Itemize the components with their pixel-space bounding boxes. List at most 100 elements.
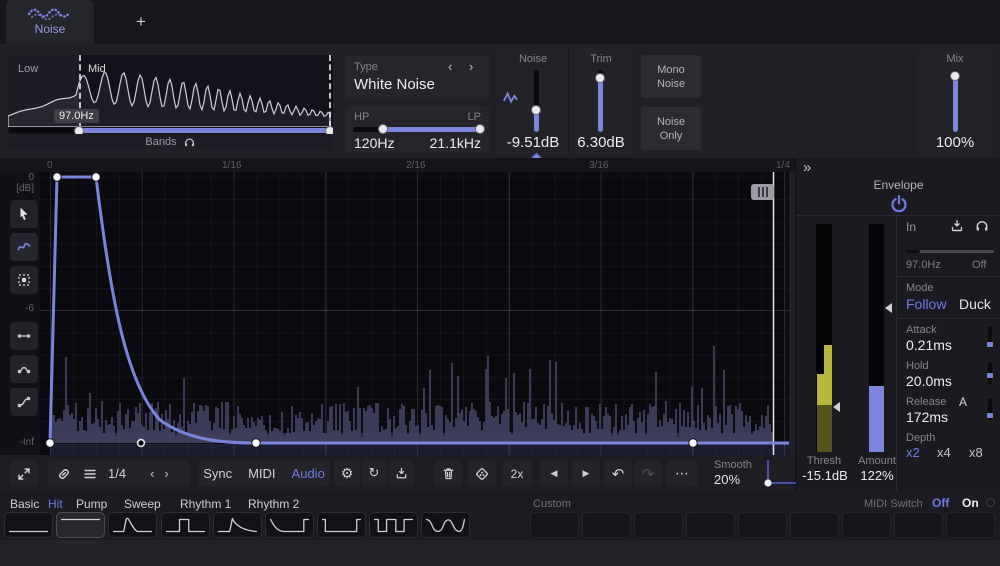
noise-gain-handle[interactable]: [531, 105, 541, 115]
envelope-editor[interactable]: [40, 172, 789, 455]
wave-preset-duck-square[interactable]: [317, 512, 366, 538]
custom-slot-7[interactable]: [842, 512, 891, 538]
in-freq-value[interactable]: 97.0Hz: [906, 259, 941, 271]
wave-preset-spike-release[interactable]: [213, 512, 262, 538]
undo-button[interactable]: ↶: [604, 460, 632, 487]
redo-button[interactable]: ↷: [634, 460, 662, 487]
noise-only-button[interactable]: Noise Only: [641, 107, 701, 150]
link-icon[interactable]: [56, 466, 72, 482]
release-slider[interactable]: [988, 398, 992, 420]
trim-handle[interactable]: [595, 73, 605, 83]
more-button[interactable]: ⋯: [666, 460, 698, 487]
wave-preset-flat-high[interactable]: [56, 512, 105, 538]
amount-marker[interactable]: [885, 303, 892, 313]
graph-drag-grip[interactable]: [751, 184, 774, 200]
custom-slot-8[interactable]: [894, 512, 943, 538]
midi-learn-indicator[interactable]: [986, 498, 995, 507]
thresh-value[interactable]: -15.1dB: [794, 468, 856, 483]
mix-value[interactable]: 100%: [917, 134, 993, 151]
midi-mode-button[interactable]: MIDI: [248, 466, 275, 481]
pattern-next-button[interactable]: ›: [164, 466, 168, 481]
custom-slot-2[interactable]: [582, 512, 631, 538]
env-point[interactable]: [92, 173, 100, 181]
category-pump[interactable]: Pump: [76, 497, 107, 511]
randomize-button[interactable]: [468, 460, 496, 487]
tool-line-segment[interactable]: [10, 322, 38, 350]
envelope-curve-layer[interactable]: [40, 172, 789, 455]
wave-preset-flat-low[interactable]: [4, 512, 53, 538]
custom-slot-3[interactable]: [634, 512, 683, 538]
audio-mode-button[interactable]: Audio: [292, 466, 325, 481]
env-point[interactable]: [689, 439, 697, 447]
type-next-button[interactable]: ›: [469, 59, 473, 74]
env-point[interactable]: [46, 439, 54, 447]
custom-slot-6[interactable]: [790, 512, 839, 538]
mode-duck-button[interactable]: Duck: [959, 296, 991, 312]
power-icon[interactable]: [889, 193, 909, 213]
lp-handle[interactable]: [475, 124, 485, 134]
category-sweep[interactable]: Sweep: [124, 497, 161, 511]
thresh-marker[interactable]: [833, 402, 840, 412]
release-auto-badge[interactable]: A: [959, 395, 967, 409]
custom-slot-1[interactable]: [530, 512, 579, 538]
mode-follow-button[interactable]: Follow: [906, 296, 946, 312]
hold-slider[interactable]: [988, 362, 992, 384]
sidechain-button[interactable]: [388, 460, 414, 487]
settings-button[interactable]: ⚙: [334, 460, 360, 487]
midi-switch-off-button[interactable]: Off: [932, 496, 949, 510]
attack-value[interactable]: 0.21ms: [906, 337, 952, 353]
category-hit[interactable]: Hit: [48, 497, 63, 511]
band-right-divider[interactable]: [329, 55, 331, 127]
wave-preset-square-pulse[interactable]: [161, 512, 210, 538]
env-point[interactable]: [252, 439, 260, 447]
delete-button[interactable]: [434, 460, 462, 487]
smooth-mini-slider[interactable]: [758, 458, 798, 489]
trim-value[interactable]: 6.30dB: [569, 134, 633, 151]
pattern-list-icon[interactable]: [82, 466, 98, 482]
smooth-value[interactable]: 20%: [714, 472, 740, 487]
wave-preset-double-smooth[interactable]: [421, 512, 470, 538]
tool-arc-segment[interactable]: [10, 355, 38, 383]
expand-view-button[interactable]: [10, 460, 38, 487]
loop-button[interactable]: ↻: [361, 460, 387, 487]
mix-handle[interactable]: [950, 71, 960, 81]
headphones-icon[interactable]: [183, 136, 196, 149]
tool-marquee[interactable]: [10, 266, 38, 294]
type-value[interactable]: White Noise: [354, 76, 435, 93]
timeline-ruler[interactable]: 0 1/16 2/16 3/16 1/4: [0, 158, 795, 172]
tool-draw[interactable]: [10, 233, 38, 261]
wave-preset-duck-curve[interactable]: [265, 512, 314, 538]
custom-slot-9[interactable]: [946, 512, 995, 538]
category-rhythm1[interactable]: Rhythm 1: [180, 497, 231, 511]
depth-x4-button[interactable]: x4: [937, 445, 951, 460]
in-off-label[interactable]: Off: [972, 259, 986, 271]
band-range-slider[interactable]: [8, 127, 333, 134]
depth-x8-button[interactable]: x8: [969, 445, 983, 460]
bands-footer[interactable]: Bands: [8, 134, 333, 150]
sync-mode-button[interactable]: Sync: [203, 466, 232, 481]
shift-right-button[interactable]: ▶: [572, 460, 600, 487]
sidechain-input-icon[interactable]: [949, 218, 965, 234]
double-pattern-button[interactable]: 2x: [502, 460, 532, 487]
rate-value[interactable]: 1/4: [108, 466, 126, 481]
lp-value[interactable]: 21.1kHz: [430, 135, 481, 151]
tool-s-curve[interactable]: [10, 388, 38, 416]
category-rhythm2[interactable]: Rhythm 2: [248, 497, 299, 511]
hold-value[interactable]: 20.0ms: [906, 373, 952, 389]
custom-slot-5[interactable]: [738, 512, 787, 538]
midi-switch-on-button[interactable]: On: [962, 496, 979, 510]
hp-handle[interactable]: [378, 124, 388, 134]
hp-value[interactable]: 120Hz: [354, 135, 394, 151]
env-curve-handle[interactable]: [138, 440, 145, 447]
wave-preset-hit-decay[interactable]: [108, 512, 157, 538]
tool-cursor[interactable]: [10, 200, 38, 228]
custom-slot-4[interactable]: [686, 512, 735, 538]
mono-noise-button[interactable]: Mono Noise: [641, 55, 701, 98]
tab-noise[interactable]: Noise: [6, 0, 94, 44]
category-basic[interactable]: Basic: [10, 497, 39, 511]
type-prev-button[interactable]: ‹: [448, 59, 452, 74]
depth-x2-button[interactable]: x2: [906, 445, 920, 460]
filter-range-slider[interactable]: [353, 126, 482, 134]
add-tab-button[interactable]: +: [126, 8, 156, 36]
pattern-prev-button[interactable]: ‹: [150, 466, 154, 481]
